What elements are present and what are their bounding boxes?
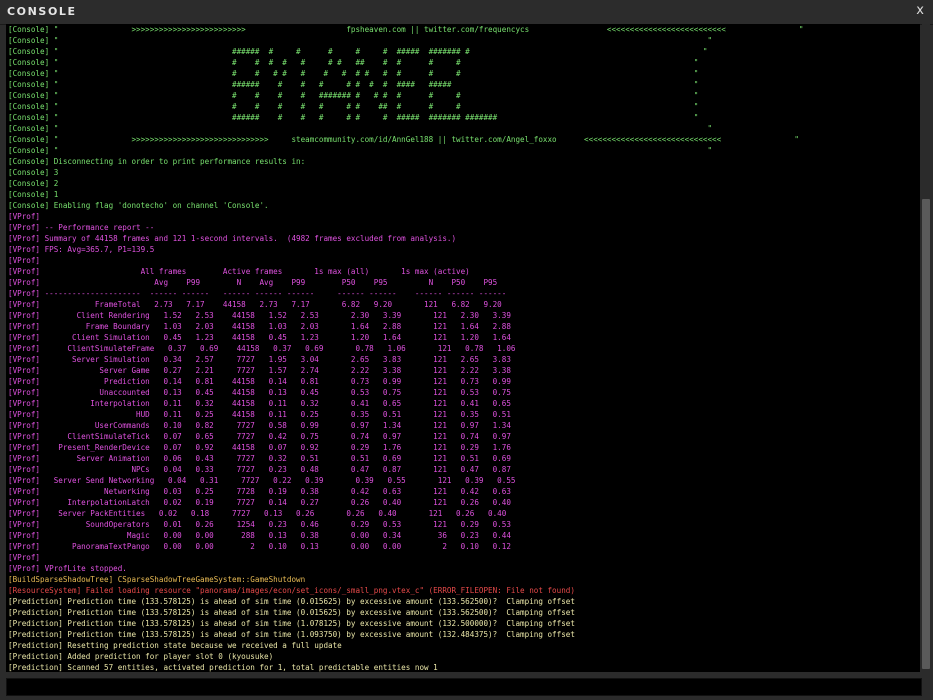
- scrollbar[interactable]: [922, 24, 930, 672]
- log-line: [Prediction] Resetting prediction state …: [8, 641, 342, 650]
- log-line: [Console] " ###### # # # # # # ##### ###…: [8, 113, 699, 122]
- log-line: [Prediction] Prediction time (133.578125…: [8, 608, 575, 617]
- log-line: [Console] " # # # # # # # # # # # # # ": [8, 69, 699, 78]
- log-line: [Console] " # # # # # # # ## # # # # ": [8, 58, 699, 67]
- log-line: [VProf] InterpolationLatch 0.02 0.19 772…: [8, 498, 511, 507]
- log-line: [VProf]: [8, 212, 41, 221]
- title-bar[interactable]: CONSOLE x: [0, 0, 933, 25]
- log-line: [VProf]: [8, 553, 41, 562]
- log-line: [VProf] PanoramaTextPango 0.00 0.00 2 0.…: [8, 542, 511, 551]
- log-line: [VProf] Client Rendering 1.52 2.53 44158…: [8, 311, 511, 320]
- log-line: [VProf] Summary of 44158 frames and 121 …: [8, 234, 457, 243]
- log-line: [Console] " ###### # # # # # # # #### ##…: [8, 80, 699, 89]
- log-line: [VProf] Server Animation 0.06 0.43 7727 …: [8, 454, 511, 463]
- log-line: [Console] " ": [8, 36, 713, 45]
- console-window: CONSOLE x [Console] " >>>>>>>>>>>>>>>>>>…: [0, 0, 933, 700]
- log-line: [VProf] Server PackEntities 0.02 0.18 77…: [8, 509, 507, 518]
- log-line: [Console] Enabling flag 'donotecho' on c…: [8, 201, 269, 210]
- log-line: [VProf] NPCs 0.04 0.33 7727 0.23 0.48 0.…: [8, 465, 511, 474]
- log-line: [Console] Disconnecting in order to prin…: [8, 157, 306, 166]
- log-line: [VProf] Prediction 0.14 0.81 44158 0.14 …: [8, 377, 511, 386]
- log-line: [BuildSparseShadowTree] CSparseShadowTre…: [8, 575, 306, 584]
- log-line: [ResourceSystem] Failed loading resource…: [8, 586, 575, 595]
- log-line: [VProf] Unaccounted 0.13 0.45 44158 0.13…: [8, 388, 511, 397]
- log-line: [VProf] HUD 0.11 0.25 44158 0.11 0.25 0.…: [8, 410, 511, 419]
- log-line: [VProf] --------------------- ------ ---…: [8, 289, 507, 298]
- log-line: [VProf] Server Simulation 0.34 2.57 7727…: [8, 355, 511, 364]
- log-line: [Prediction] Added prediction for player…: [8, 652, 274, 661]
- log-line: [Prediction] Prediction time (133.578125…: [8, 630, 575, 639]
- log-line: [Console] " ": [8, 146, 713, 155]
- log-line: [VProf] All frames Active frames 1s max …: [8, 267, 470, 276]
- log-line: [VProf] ClientSimulateFrame 0.37 0.69 44…: [8, 344, 516, 353]
- log-lines: [Console] " >>>>>>>>>>>>>>>>>>>>>>>>> fp…: [8, 24, 920, 672]
- scrollbar-thumb[interactable]: [922, 199, 930, 669]
- log-line: [Console] " ": [8, 124, 713, 133]
- log-line: [VProf] -- Performance report --: [8, 223, 155, 232]
- log-line: [Console] " >>>>>>>>>>>>>>>>>>>>>>>>>>>>…: [8, 135, 799, 144]
- window-title: CONSOLE: [7, 5, 77, 18]
- log-line: [VProf] Client Simulation 0.45 1.23 4415…: [8, 333, 511, 342]
- log-line: [Prediction] Prediction time (133.578125…: [8, 619, 575, 628]
- log-line: [Console] 2: [8, 179, 59, 188]
- log-line: [VProf] SoundOperators 0.01 0.26 1254 0.…: [8, 520, 511, 529]
- console-log: [Console] " >>>>>>>>>>>>>>>>>>>>>>>>> fp…: [6, 24, 920, 672]
- log-line: [VProf] FrameTotal 2.73 7.17 44158 2.73 …: [8, 300, 502, 309]
- log-line: [VProf] Server Send Networking 0.04 0.31…: [8, 476, 516, 485]
- log-line: [Console] " # # # # ####### # # # # # # …: [8, 91, 699, 100]
- log-line: [VProf] Avg P99 N Avg P99 P50 P95 N P50 …: [8, 278, 498, 287]
- log-line: [Console] 1: [8, 190, 59, 199]
- log-line: [VProf] FPS: Avg=365.7, P1=139.5: [8, 245, 155, 254]
- log-line: [Console] " ###### # # # # # ##### #####…: [8, 47, 708, 56]
- log-line: [Console] " >>>>>>>>>>>>>>>>>>>>>>>>> fp…: [8, 25, 804, 34]
- log-line: [Prediction] Prediction time (133.578125…: [8, 597, 575, 606]
- log-line: [VProf] Magic 0.00 0.00 288 0.13 0.38 0.…: [8, 531, 511, 540]
- log-line: [VProf]: [8, 256, 41, 265]
- log-line: [VProf] Networking 0.03 0.25 7728 0.19 0…: [8, 487, 511, 496]
- log-line: [VProf] UserCommands 0.10 0.82 7727 0.58…: [8, 421, 511, 430]
- close-icon[interactable]: x: [916, 3, 924, 18]
- console-input[interactable]: [6, 678, 922, 696]
- log-line: [VProf] ClientSimulateTick 0.07 0.65 772…: [8, 432, 511, 441]
- log-line: [VProf] Present_RenderDevice 0.07 0.92 4…: [8, 443, 511, 452]
- log-line: [Console] " # # # # # # # ## # # # ": [8, 102, 699, 111]
- log-line: [Console] 3: [8, 168, 59, 177]
- log-line: [Prediction] Scanned 57 entities, activa…: [8, 663, 438, 672]
- log-line: [VProf] Interpolation 0.11 0.32 44158 0.…: [8, 399, 511, 408]
- log-line: [VProf] VProfLite stopped.: [8, 564, 127, 573]
- log-line: [VProf] Frame Boundary 1.03 2.03 44158 1…: [8, 322, 511, 331]
- log-line: [VProf] Server Game 0.27 2.21 7727 1.57 …: [8, 366, 511, 375]
